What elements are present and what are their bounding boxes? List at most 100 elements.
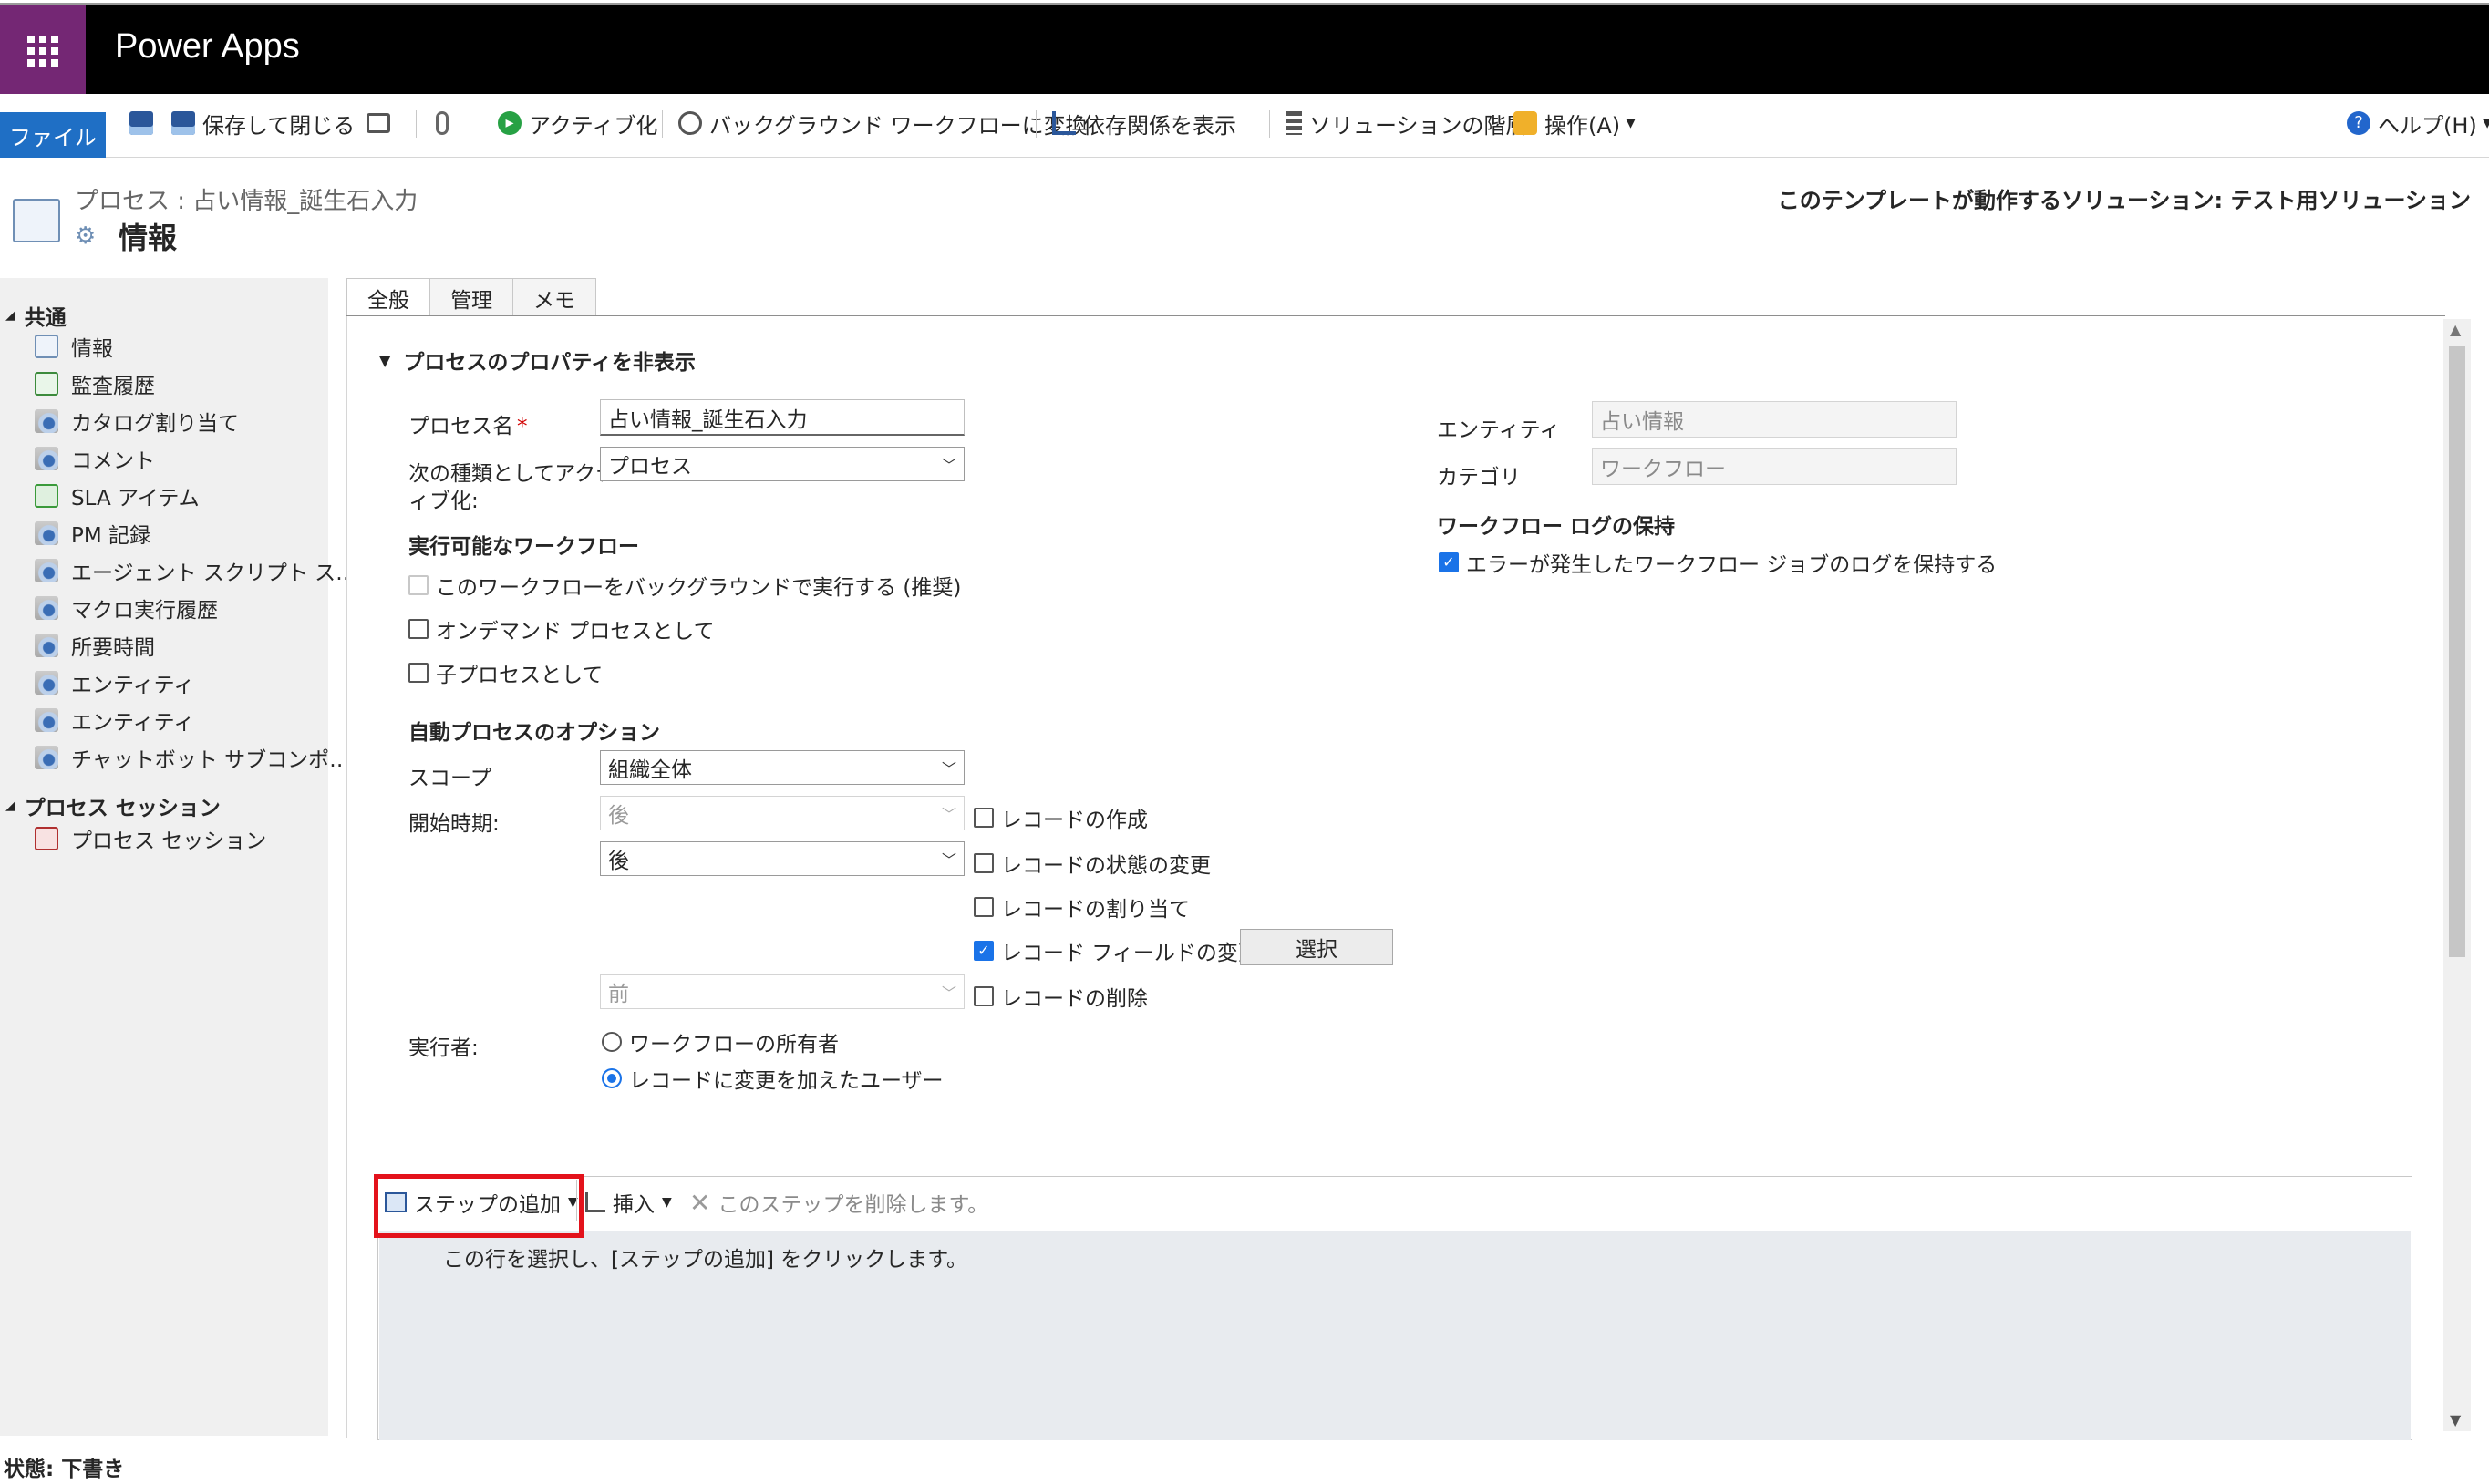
convert-background-label: バックグラウンド ワークフローに変換 bbox=[709, 112, 1088, 139]
run-background-checkbox[interactable]: このワークフローをバックグラウンドで実行する (推奨) bbox=[408, 570, 961, 601]
scroll-up-icon[interactable]: ▲ bbox=[2450, 321, 2461, 338]
steps-toolbar-separator bbox=[576, 1180, 577, 1221]
available-workflow-heading: 実行可能なワークフロー bbox=[408, 535, 639, 559]
process-name-label-text: プロセス名 bbox=[408, 415, 513, 438]
delete-step-button[interactable]: ✕ このステップを削除します。 bbox=[689, 1187, 988, 1218]
checkbox bbox=[974, 853, 994, 873]
convert-background-button[interactable]: バックグラウンド ワークフローに変換 bbox=[678, 105, 1088, 141]
activate-as-select[interactable]: プロセス ﹀ bbox=[600, 447, 965, 481]
process-name-label: プロセス名 * bbox=[408, 408, 528, 439]
nav-section-process-session[interactable]: ◢ プロセス セッション bbox=[5, 790, 221, 821]
record-assign-checkbox[interactable]: レコードの割り当て bbox=[974, 891, 1190, 922]
solution-layers-button[interactable]: ソリューションの階層 bbox=[1286, 105, 1528, 141]
ribbon-separator bbox=[416, 110, 417, 138]
record-field-change-label: レコード フィールドの変更 bbox=[1001, 942, 1259, 965]
process-name-input[interactable]: 占い情報_誕生石入力 bbox=[600, 399, 965, 436]
entity-gear-icon bbox=[35, 746, 58, 769]
save-button[interactable] bbox=[129, 105, 160, 141]
nav-item-label: マクロ実行履歴 bbox=[71, 599, 218, 623]
activate-as-label-line1: 次の種類としてアクテ bbox=[408, 462, 617, 486]
nav-item-audit-history[interactable]: 監査履歴 bbox=[35, 368, 155, 399]
start-before-select: 前 ﹀ bbox=[600, 974, 965, 1009]
record-assign-label: レコードの割り当て bbox=[1001, 898, 1190, 922]
steps-hint: この行を選択し、[ステップの追加] をクリックします。 bbox=[443, 1248, 967, 1272]
process-name-value: 占い情報_誕生石入力 bbox=[608, 407, 808, 432]
start-after-select[interactable]: 後 ﹀ bbox=[600, 841, 965, 876]
nav-item-label: 情報 bbox=[71, 337, 113, 361]
actions-menu[interactable]: 操作(A) ▼ bbox=[1513, 105, 1636, 141]
select-fields-button[interactable]: 選択 bbox=[1240, 929, 1393, 965]
file-tab[interactable]: ファイル bbox=[0, 112, 106, 158]
keep-log-label: エラーが発生したワークフロー ジョブのログを保持する bbox=[1466, 553, 1998, 577]
tab-admin[interactable]: 管理 bbox=[429, 278, 513, 316]
chevron-down-icon: ▼ bbox=[1626, 116, 1636, 130]
entity-gear-icon bbox=[35, 671, 58, 695]
on-demand-checkbox[interactable]: オンデマンド プロセスとして bbox=[408, 613, 715, 644]
record-field-change-checkbox[interactable]: ✓ レコード フィールドの変更 bbox=[974, 935, 1259, 966]
help-menu[interactable]: ? ヘルプ(H) ▼ bbox=[2347, 105, 2489, 141]
nav-item-macro-history[interactable]: マクロ実行履歴 bbox=[35, 593, 218, 623]
chevron-down-icon: ▼ bbox=[662, 1195, 672, 1210]
record-status-change-checkbox[interactable]: レコードの状態の変更 bbox=[974, 848, 1211, 879]
waffle-icon bbox=[27, 36, 58, 67]
checkbox bbox=[974, 808, 994, 828]
entity-gear-icon bbox=[35, 521, 58, 545]
nav-item-entity-2[interactable]: エンティティ bbox=[35, 705, 194, 736]
scrollbar-thumb[interactable] bbox=[2449, 346, 2465, 957]
actions-label: 操作(A) bbox=[1544, 112, 1621, 139]
nav-item-duration[interactable]: 所要時間 bbox=[35, 630, 155, 661]
print-button[interactable] bbox=[367, 105, 398, 141]
nav-item-label: 監査履歴 bbox=[71, 375, 155, 398]
ribbon-separator bbox=[1269, 110, 1270, 138]
nav-item-pm-records[interactable]: PM 記録 bbox=[35, 518, 150, 549]
nav-item-label: SLA アイテム bbox=[71, 487, 200, 510]
entity-gear-icon bbox=[35, 634, 58, 657]
convert-icon bbox=[678, 111, 702, 135]
checkmark-icon: ✓ bbox=[1439, 552, 1459, 572]
nav-item-label: PM 記録 bbox=[71, 524, 151, 548]
nav-item-info[interactable]: 情報 bbox=[35, 331, 113, 362]
nav-item-chatbot-subcomponent[interactable]: チャットボット サブコンポ… bbox=[35, 742, 350, 773]
record-create-checkbox[interactable]: レコードの作成 bbox=[974, 802, 1148, 833]
chevron-down-icon: ▼ bbox=[2482, 116, 2489, 130]
nav-item-comments[interactable]: コメント bbox=[35, 443, 155, 474]
nav-item-agent-script[interactable]: エージェント スクリプト ス… bbox=[35, 555, 356, 586]
start-after-value: 後 bbox=[608, 850, 629, 873]
scope-select[interactable]: 組織全体 ﹀ bbox=[600, 750, 965, 785]
tab-general[interactable]: 全般 bbox=[346, 278, 430, 316]
scope-value: 組織全体 bbox=[608, 758, 692, 782]
form-tabs: 全般 管理 メモ bbox=[346, 278, 596, 316]
category-label: カテゴリ bbox=[1437, 466, 1521, 490]
show-dependencies-button[interactable]: 依存関係を表示 bbox=[1052, 105, 1236, 141]
insert-button[interactable]: 挿入 ▼ bbox=[585, 1187, 672, 1218]
scroll-down-icon[interactable]: ▼ bbox=[2450, 1411, 2461, 1428]
activate-button[interactable]: ▸ アクティブ化 bbox=[498, 105, 657, 141]
save-and-close-label: 保存して閉じる bbox=[202, 112, 356, 139]
run-as-owner-radio[interactable]: ワークフローの所有者 bbox=[602, 1026, 839, 1057]
ribbon-separator bbox=[1036, 110, 1037, 138]
tab-notes[interactable]: メモ bbox=[512, 278, 596, 316]
page-title: 情報 bbox=[119, 221, 178, 255]
audit-icon bbox=[35, 372, 58, 396]
nav-section-common[interactable]: ◢ 共通 bbox=[5, 300, 67, 331]
run-as-user-radio[interactable]: レコードに変更を加えたユーザー bbox=[602, 1063, 944, 1094]
save-and-close-button[interactable]: 保存して閉じる bbox=[171, 105, 355, 141]
attach-button[interactable] bbox=[436, 105, 456, 141]
nav-item-entity-1[interactable]: エンティティ bbox=[35, 667, 194, 698]
nav-item-process-session[interactable]: プロセス セッション bbox=[35, 823, 266, 854]
keep-log-checkbox[interactable]: ✓ エラーが発生したワークフロー ジョブのログを保持する bbox=[1439, 547, 1997, 578]
ribbon-separator bbox=[662, 110, 663, 138]
add-step-highlight bbox=[374, 1174, 584, 1238]
child-process-checkbox[interactable]: 子プロセスとして bbox=[408, 657, 603, 688]
entity-gear-icon bbox=[35, 596, 58, 620]
start-when-label: 開始時期: bbox=[408, 812, 500, 836]
record-delete-checkbox[interactable]: レコードの削除 bbox=[974, 981, 1148, 1012]
nav-item-label: エンティティ bbox=[71, 674, 195, 697]
paperclip-icon bbox=[436, 111, 449, 135]
log-retention-heading: ワークフロー ログの保持 bbox=[1437, 515, 1676, 539]
start-before-value: 前 bbox=[608, 983, 629, 1006]
nav-item-sla-items[interactable]: SLA アイテム bbox=[35, 480, 200, 511]
nav-item-catalog-assignment[interactable]: カタログ割り当て bbox=[35, 406, 239, 437]
app-launcher-button[interactable] bbox=[0, 5, 86, 97]
section-toggle[interactable]: ▼ プロセスのプロパティを非表示 bbox=[379, 345, 696, 376]
